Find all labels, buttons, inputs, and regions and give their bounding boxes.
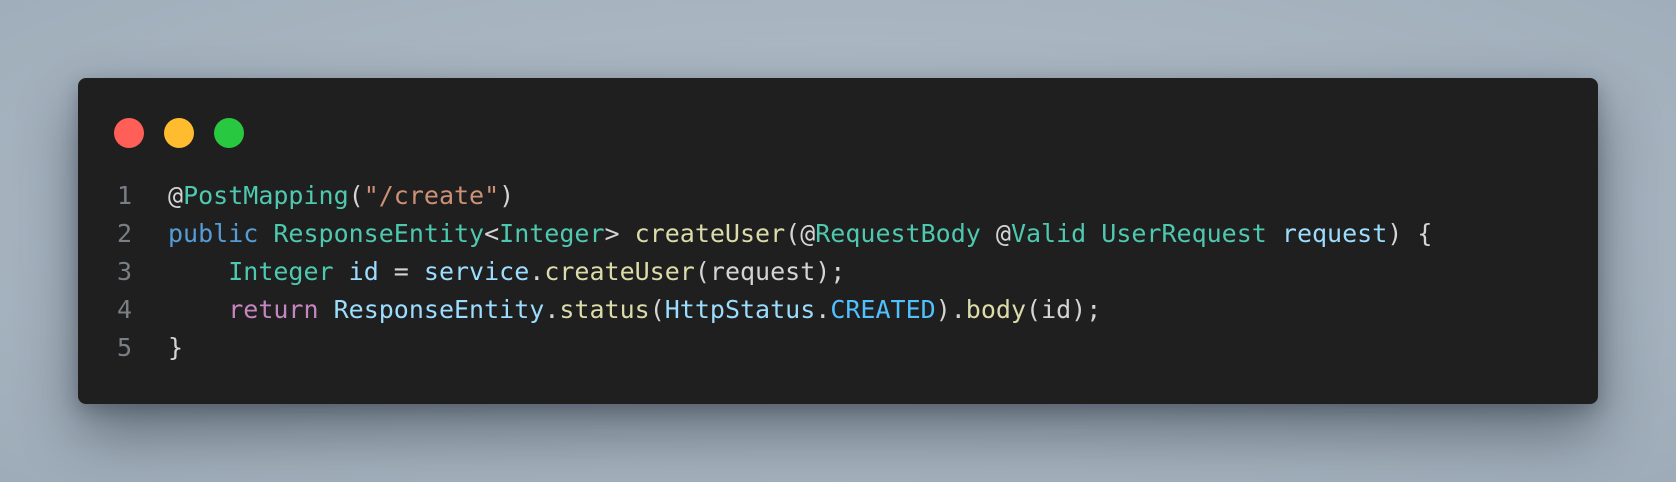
code-token: < [484, 218, 500, 248]
code-line: 3 Integer id = service.createUser(reques… [78, 252, 1598, 290]
line-number: 5 [116, 332, 132, 362]
line-content: return ResponseEntity.status(HttpStatus.… [168, 295, 1101, 324]
minimize-dot-icon[interactable] [164, 118, 194, 148]
code-token: request [1281, 218, 1388, 248]
code-token: = [378, 256, 424, 286]
code-token: createUser [634, 218, 786, 248]
code-token: . [544, 294, 560, 324]
close-dot-icon[interactable] [114, 118, 144, 148]
code-token: ) [499, 180, 515, 210]
code-token: UserRequest [1101, 218, 1267, 248]
code-token: Valid [1010, 218, 1087, 248]
line-number: 1 [116, 180, 132, 210]
code-line: 1 @PostMapping("/create") [78, 176, 1598, 214]
code-token: public [168, 218, 259, 248]
code-token: . [815, 294, 831, 324]
code-token: body [965, 294, 1027, 324]
code-token: Integer [228, 256, 334, 286]
maximize-dot-icon[interactable] [214, 118, 244, 148]
line-number: 2 [116, 218, 132, 248]
code-line: 2 public ResponseEntity<Integer> createU… [78, 214, 1598, 252]
code-token: service [423, 256, 530, 286]
code-token: (@ [785, 218, 816, 248]
code-token: CREATED [830, 294, 936, 324]
code-token: RequestBody [815, 218, 981, 248]
code-line: 5 } [78, 328, 1598, 366]
traffic-lights [114, 118, 244, 148]
code-token: ). [935, 294, 966, 324]
code-token: } [168, 332, 184, 362]
line-number: 4 [116, 294, 132, 324]
code-block: 1 @PostMapping("/create") 2 public Respo… [78, 176, 1598, 366]
line-content: Integer id = service.createUser(request)… [168, 257, 845, 286]
code-token: (request); [694, 256, 846, 286]
code-token: createUser [544, 256, 695, 286]
code-token: status [559, 294, 650, 324]
line-content: @PostMapping("/create") [168, 181, 514, 210]
code-token: @ [980, 218, 1011, 248]
line-content: public ResponseEntity<Integer> createUse… [168, 219, 1432, 248]
code-token: . [529, 256, 545, 286]
code-line: 4 return ResponseEntity.status(HttpStatu… [78, 290, 1598, 328]
code-token: @ [168, 180, 184, 210]
code-token: Integer [499, 218, 605, 248]
code-token: ) { [1387, 218, 1433, 248]
code-token: "/create" [363, 180, 500, 210]
code-token: > [604, 218, 635, 248]
line-number: 3 [116, 256, 132, 286]
code-window: 1 @PostMapping("/create") 2 public Respo… [78, 78, 1598, 404]
code-token: (id); [1026, 294, 1102, 324]
code-token: PostMapping [183, 180, 349, 210]
code-token: ( [649, 294, 665, 324]
code-token: ResponseEntity [333, 294, 545, 324]
line-content: } [168, 333, 183, 362]
code-token: id [348, 256, 379, 286]
code-token: ( [348, 180, 364, 210]
code-token: ResponseEntity [273, 218, 485, 248]
code-token: return [228, 294, 319, 324]
code-token: HttpStatus [664, 294, 816, 324]
